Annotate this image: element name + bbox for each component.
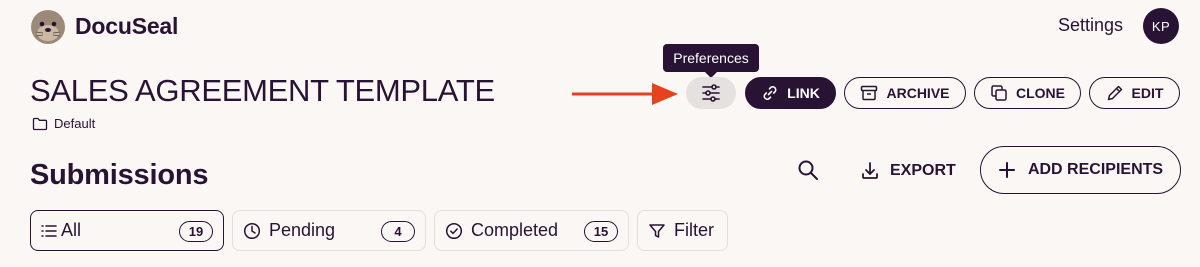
tab-completed[interactable]: Completed 15 [434,210,629,251]
plus-icon [998,162,1015,178]
docuseal-logo [31,10,65,44]
tab-completed-label: Completed [471,220,559,240]
tab-completed-count: 15 [584,221,618,242]
search-button[interactable] [795,157,821,183]
filter-icon [649,223,665,238]
settings-link[interactable]: Settings [1058,15,1123,36]
tab-all-label: All [61,220,82,240]
submissions-heading: Submissions [30,159,209,191]
export-label: EXPORT [890,162,956,179]
copy-icon [991,85,1007,101]
add-recipients-button[interactable]: ADD RECIPIENTS [980,146,1181,194]
link-icon [763,86,777,100]
folder-link[interactable]: Default [32,116,95,131]
tab-pending-count: 4 [381,221,415,242]
filter-button[interactable]: Filter [637,210,728,251]
edit-button[interactable]: EDIT [1089,77,1180,109]
sliders-icon [702,84,720,102]
clone-label: CLONE [1016,85,1065,101]
link-button[interactable]: LINK [745,77,836,109]
preferences-tooltip: Preferences [663,44,759,78]
archive-icon [861,85,878,101]
tab-all[interactable]: All 19 [30,210,224,251]
filter-label: Filter [674,220,714,240]
download-icon [862,162,878,179]
avatar[interactable]: KP [1143,8,1179,44]
page-title: SALES AGREEMENT TEMPLATE [30,73,495,108]
tab-pending-label: Pending [269,220,336,240]
folder-icon [32,117,48,130]
export-button[interactable]: EXPORT [860,156,956,186]
tab-all-count: 19 [179,221,213,242]
add-recipients-label: ADD RECIPIENTS [1027,161,1164,178]
list-icon [41,224,57,237]
search-icon [798,160,818,180]
brand-name[interactable]: DocuSeal [75,13,178,40]
tab-pending[interactable]: Pending 4 [232,210,426,251]
link-label: LINK [787,85,820,101]
folder-name: Default [54,116,96,131]
clone-button[interactable]: CLONE [974,77,1081,109]
pencil-icon [1107,85,1122,101]
annotation-arrow [572,83,678,105]
archive-button[interactable]: ARCHIVE [844,77,966,109]
clock-icon [243,222,261,239]
edit-label: EDIT [1131,85,1164,101]
preferences-button[interactable] [686,77,736,109]
check-circle-icon [445,222,463,239]
archive-label: ARCHIVE [886,85,950,101]
